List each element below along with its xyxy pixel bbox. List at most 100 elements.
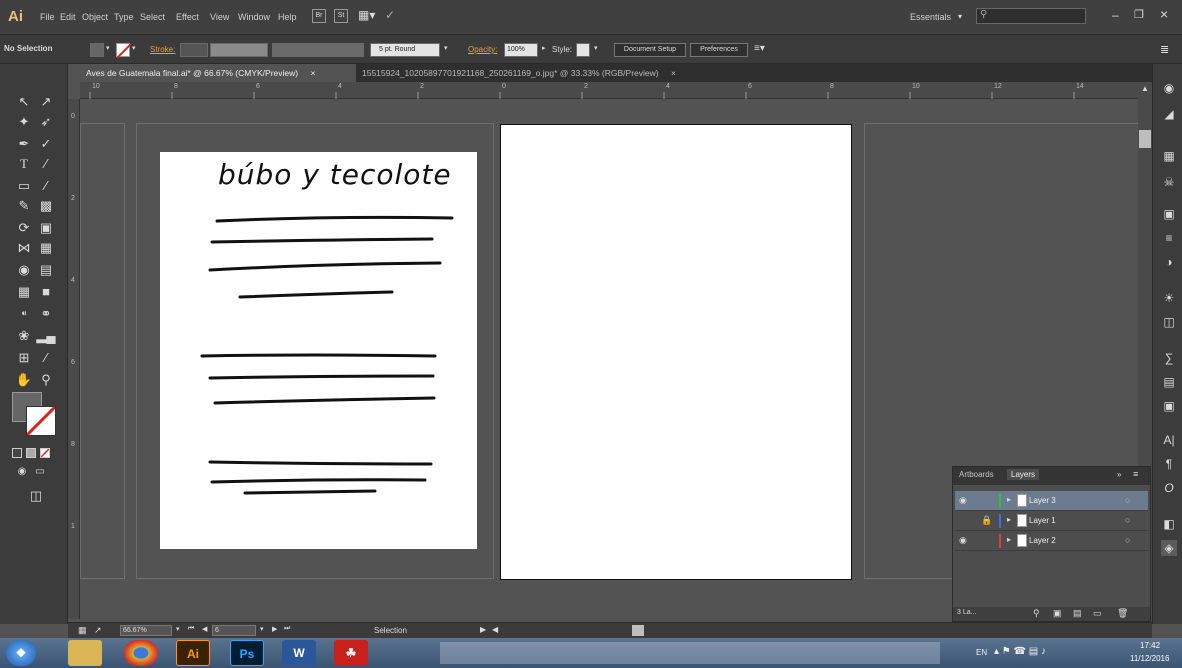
style-swatch[interactable]	[576, 43, 590, 57]
stroke-color-icon[interactable]	[26, 406, 56, 436]
scroll-up-icon[interactable]: ▲	[1141, 84, 1149, 93]
menu-window[interactable]: Window	[238, 12, 270, 22]
stroke-swatch[interactable]	[116, 43, 131, 58]
layer-row-layer-1[interactable]: 🔒 ▸ Layer 1 ○	[955, 511, 1148, 531]
slice-tool-icon[interactable]: ⁄	[36, 348, 56, 368]
scroll-left-icon[interactable]: ◀	[492, 625, 498, 634]
gradient-mode-icon[interactable]	[26, 448, 36, 458]
variable-width-profile[interactable]	[210, 43, 268, 57]
arrange-documents-icon[interactable]: ▦▾	[358, 8, 375, 22]
stroke-panel-icon[interactable]: ≡	[1161, 230, 1177, 246]
chevron-right-icon[interactable]: ▸	[542, 44, 546, 52]
opacity-field[interactable]: 100%	[504, 43, 538, 57]
layers-panel-icon[interactable]: ◈	[1161, 540, 1177, 556]
close-icon[interactable]: ×	[310, 68, 315, 78]
layer-name[interactable]: Layer 1	[1029, 516, 1056, 525]
lasso-tool-icon[interactable]: ➶	[36, 112, 56, 132]
stock-button[interactable]: St	[334, 9, 348, 23]
brush-dropdown[interactable]: 5 pt. Round	[370, 43, 440, 57]
panel-menu-icon[interactable]: ≣	[1160, 43, 1169, 56]
horizontal-scrollbar-thumb[interactable]	[632, 625, 644, 636]
tray-icons[interactable]: ▴ ⚑ ☎ ▤ ♪	[994, 646, 1046, 657]
selection-tool-icon[interactable]: ↖	[14, 92, 34, 112]
character-icon[interactable]: A|	[1161, 432, 1177, 448]
vertical-ruler[interactable]: 0 2 4 6 8 1	[68, 99, 80, 619]
line-tool-icon[interactable]: ∕	[36, 154, 56, 174]
bridge-button[interactable]: Br	[312, 9, 326, 23]
appearance-icon[interactable]: ☀	[1161, 290, 1177, 306]
paintbrush-tool-icon[interactable]: ⁄	[36, 176, 56, 196]
language-indicator[interactable]: EN	[976, 648, 987, 657]
workspace-switcher[interactable]: Essentials	[910, 12, 951, 22]
artboard-navigator-icon[interactable]: ▦	[78, 625, 87, 636]
eyedropper-tool-icon[interactable]: ⁌	[14, 304, 34, 324]
zoom-field[interactable]: 66.67%	[120, 625, 172, 636]
chevron-down-icon[interactable]: ▾	[176, 625, 180, 633]
swatches-icon[interactable]: ▦	[1161, 148, 1177, 164]
illustrator-taskbar-icon[interactable]: Ai	[176, 640, 210, 666]
graphic-styles-icon[interactable]: ◫	[1161, 314, 1177, 330]
tab-layers[interactable]: Layers	[1007, 469, 1040, 480]
blend-tool-icon[interactable]: ⚭	[36, 304, 56, 324]
pencil-tool-icon[interactable]: ✎	[14, 196, 34, 216]
chevron-down-icon[interactable]: ▾	[260, 625, 264, 633]
chevron-down-icon[interactable]: ▾	[444, 44, 448, 52]
rectangle-tool-icon[interactable]: ▭	[14, 176, 34, 196]
new-sublayer-icon[interactable]: ▤	[1073, 608, 1082, 619]
locate-object-icon[interactable]: ⚲	[1033, 608, 1040, 619]
gpu-performance-icon[interactable]: ✓	[385, 8, 395, 22]
column-graph-tool-icon[interactable]: ▂▄	[36, 326, 56, 346]
next-artboard-icon[interactable]: ▶	[272, 625, 277, 633]
layer-name[interactable]: Layer 3	[1029, 496, 1056, 505]
chevron-down-icon[interactable]: ▾	[958, 12, 962, 21]
shape-builder-tool-icon[interactable]: ◉	[14, 260, 34, 280]
close-icon[interactable]: ×	[671, 68, 676, 78]
expand-arrow-icon[interactable]: ▸	[1007, 495, 1011, 504]
layer-name[interactable]: Layer 2	[1029, 536, 1056, 545]
scrollbar-thumb[interactable]	[1139, 130, 1151, 148]
clock-time[interactable]: 17:42	[1140, 641, 1160, 650]
artboards-panel-icon[interactable]: ◧	[1161, 516, 1177, 532]
chrome-icon[interactable]	[124, 640, 158, 666]
layer-row-layer-2[interactable]: ◉ ▸ Layer 2 ○	[955, 531, 1148, 551]
menu-edit[interactable]: Edit	[60, 12, 76, 22]
target-icon[interactable]: ○	[1125, 535, 1130, 545]
paragraph-icon[interactable]: ¶	[1161, 456, 1177, 472]
clipping-mask-icon[interactable]: ▣	[1053, 608, 1062, 619]
eye-icon[interactable]: ◉	[959, 535, 967, 546]
windows-start-icon[interactable]: ❖	[6, 640, 36, 666]
new-layer-icon[interactable]: ▭	[1093, 608, 1102, 619]
expand-arrow-icon[interactable]: ▸	[1007, 535, 1011, 544]
change-screen-mode-icon[interactable]: ◫	[26, 486, 46, 506]
chevron-down-icon[interactable]: ▾	[132, 44, 136, 52]
previous-artboard-icon[interactable]: ◀	[202, 625, 207, 633]
tab-artboards[interactable]: Artboards	[959, 470, 994, 479]
screen-mode-icon[interactable]: ▭	[30, 462, 50, 482]
hand-tool-icon[interactable]: ✋	[14, 370, 34, 390]
color-guide-icon[interactable]: ◢	[1161, 106, 1177, 122]
menu-select[interactable]: Select	[140, 12, 165, 22]
mesh-tool-icon[interactable]: ▦	[14, 282, 34, 302]
menu-help[interactable]: Help	[278, 12, 297, 22]
direct-selection-tool-icon[interactable]: ↗	[36, 92, 56, 112]
target-icon[interactable]: ○	[1125, 515, 1130, 525]
layer-row-layer-3[interactable]: ◉ ▸ Layer 3 ○	[955, 491, 1148, 511]
search-input[interactable]	[976, 8, 1086, 24]
eraser-tool-icon[interactable]: ▩	[36, 196, 56, 216]
brush-definition[interactable]	[272, 43, 364, 57]
lock-icon[interactable]: 🔒	[981, 515, 992, 526]
menu-type[interactable]: Type	[114, 12, 134, 22]
menu-file[interactable]: File	[40, 12, 55, 22]
eye-icon[interactable]: ◉	[959, 495, 967, 506]
width-tool-icon[interactable]: ⋈	[14, 238, 34, 258]
close-icon[interactable]: ×	[1160, 6, 1168, 22]
last-artboard-icon[interactable]: ⏭	[284, 625, 290, 633]
color-mode-icon[interactable]	[12, 448, 22, 458]
menu-object[interactable]: Object	[82, 12, 108, 22]
artboard-sketch[interactable]: búbo y tecolote	[160, 152, 477, 549]
symbols-icon[interactable]: ▣	[1161, 206, 1177, 222]
color-panel-icon[interactable]: ◉	[1161, 80, 1177, 96]
trash-icon[interactable]: 🗑	[1117, 608, 1128, 619]
preferences-button[interactable]: Preferences	[690, 43, 748, 57]
stroke-label[interactable]: Stroke:	[150, 45, 175, 54]
